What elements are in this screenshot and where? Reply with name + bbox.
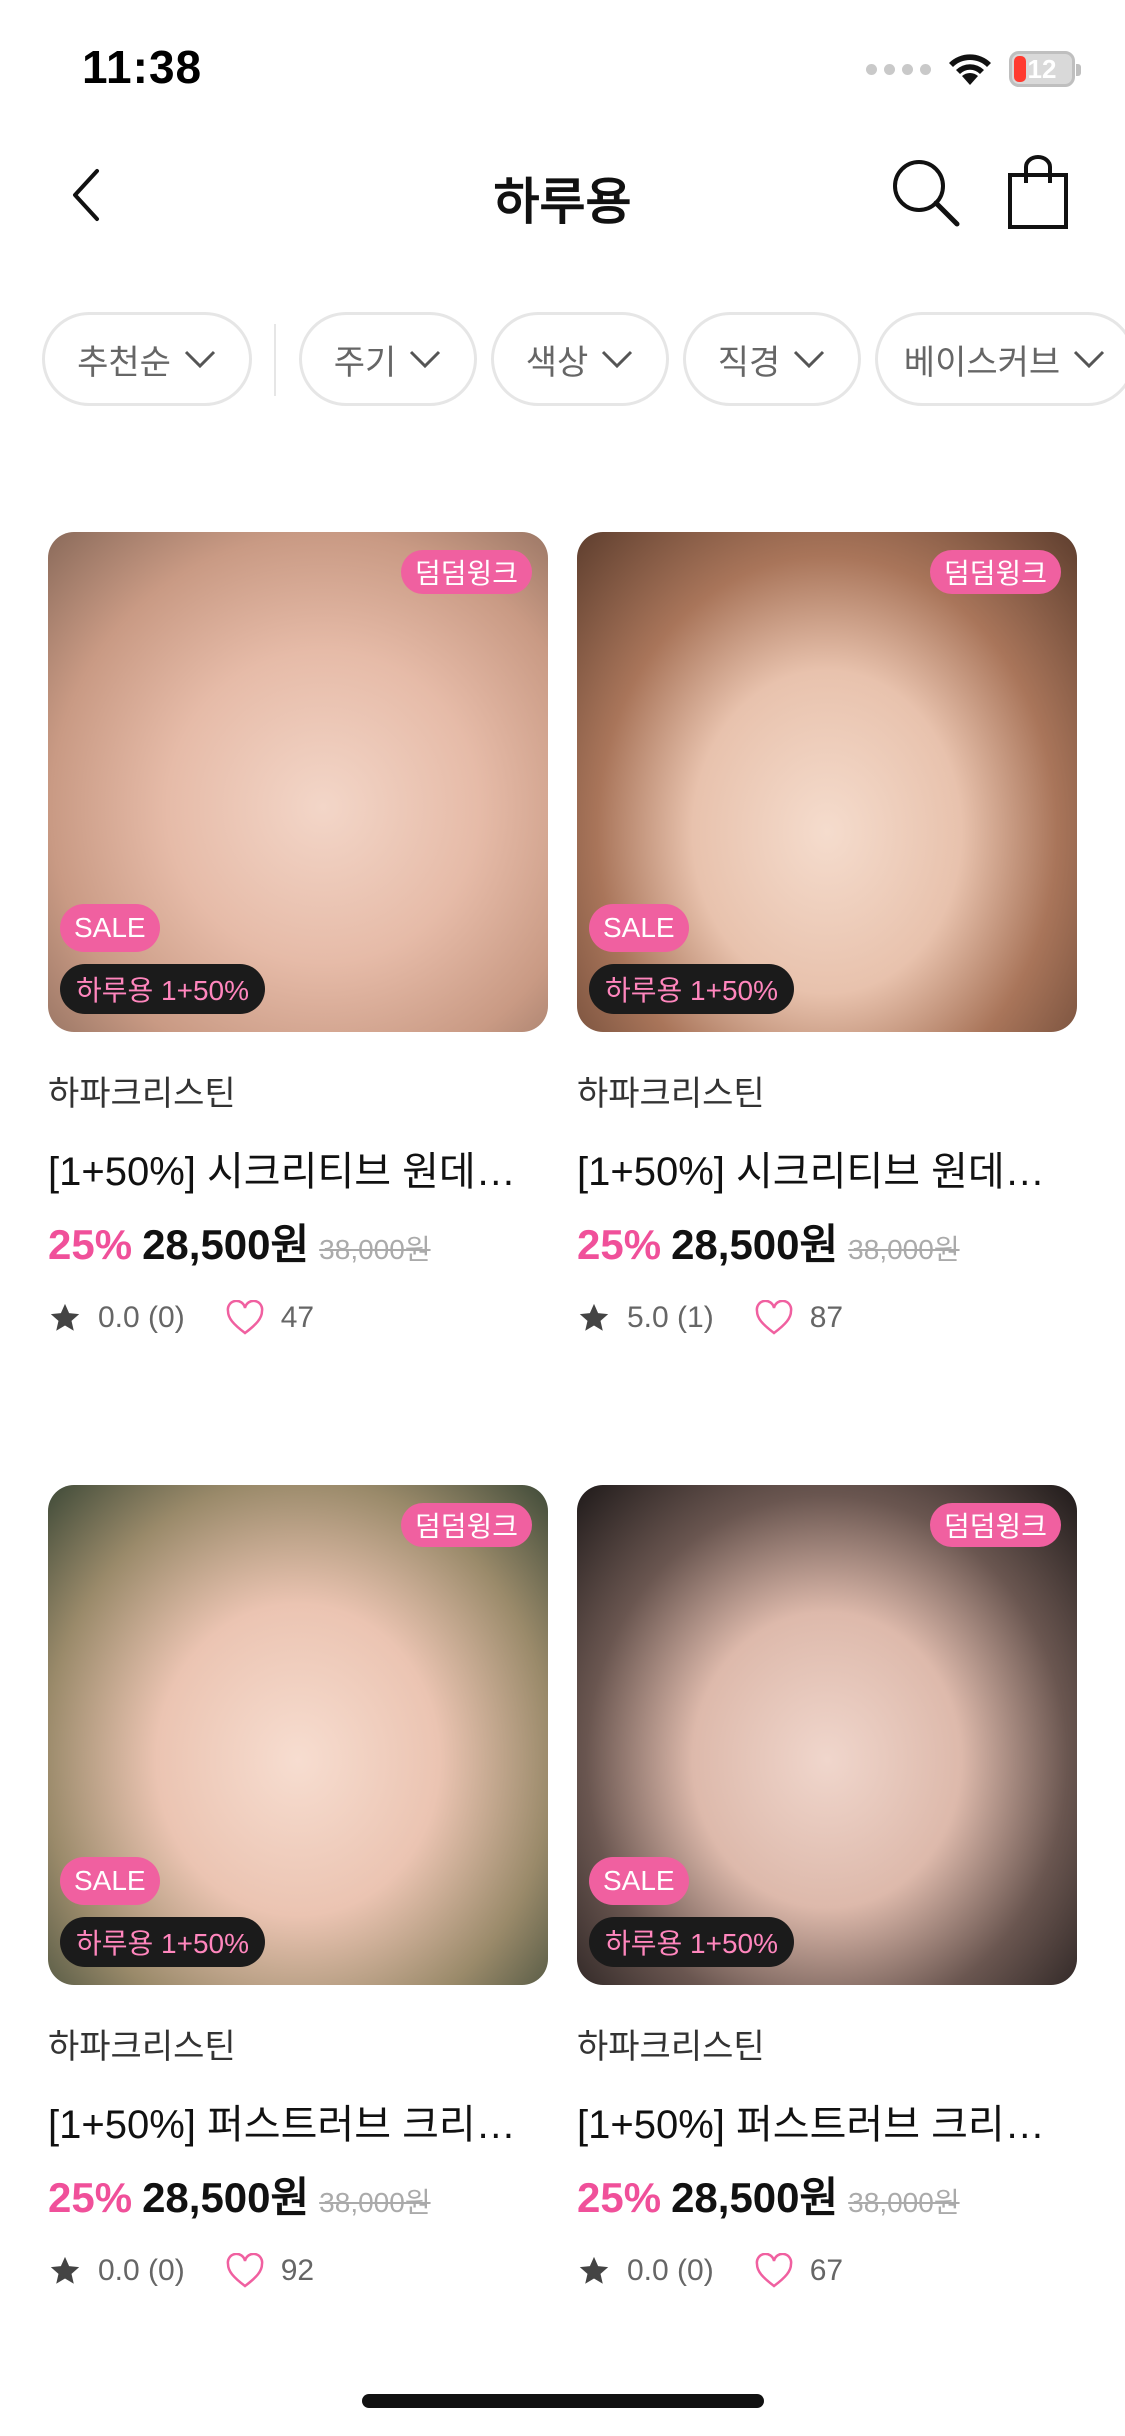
chevron-down-icon <box>602 350 633 369</box>
sale-price: 28,500원 <box>671 2174 839 2221</box>
discount-rate: 25% <box>577 1221 662 1268</box>
filter-base-curve[interactable]: 베이스커브 <box>875 312 1125 406</box>
filter-diameter[interactable]: 직경 <box>683 312 861 406</box>
product-image[interactable]: 덤덤윙크 SALE 하루용 1+50% <box>48 532 548 1032</box>
filter-label: 베이스커브 <box>903 343 1061 382</box>
heart-icon[interactable] <box>225 1300 265 1336</box>
status-time: 11:38 <box>82 41 203 93</box>
search-icon <box>893 160 960 227</box>
like-count: 92 <box>280 2254 315 2287</box>
heart-icon[interactable] <box>754 2253 794 2289</box>
brand-badge: 덤덤윙크 <box>929 1503 1061 1547</box>
promo-badge: 하루용 1+50% <box>60 1917 266 1967</box>
like-count: 67 <box>809 2254 844 2287</box>
product-card[interactable]: 덤덤윙크 SALE 하루용 1+50% 하파크리스틴 [1+50%] 시크리티브… <box>577 532 1077 1336</box>
original-price: 38,000원 <box>848 2187 960 2218</box>
like-count: 87 <box>809 1301 844 1334</box>
sale-badge: SALE <box>60 1857 160 1905</box>
meta-row: 0.0 (0) 92 <box>48 2253 548 2289</box>
original-price: 38,000원 <box>848 1234 960 1265</box>
sale-price: 28,500원 <box>142 2174 310 2221</box>
heart-icon[interactable] <box>754 1300 794 1336</box>
brand-badge: 덤덤윙크 <box>400 550 532 594</box>
heart-icon[interactable] <box>225 2253 265 2289</box>
promo-badge: 하루용 1+50% <box>589 964 795 1014</box>
star-icon <box>579 2256 609 2284</box>
sale-badge: SALE <box>589 1857 689 1905</box>
chevron-down-icon <box>794 350 825 369</box>
chevron-down-icon <box>1074 350 1105 369</box>
product-card[interactable]: 덤덤윙크 SALE 하루용 1+50% 하파크리스틴 [1+50%] 퍼스트러브… <box>48 1485 548 2289</box>
star-icon <box>50 2256 80 2284</box>
search-button[interactable] <box>885 150 965 234</box>
brand-name: 하파크리스틴 <box>577 2028 765 2066</box>
filter-divider <box>274 324 276 396</box>
brand-name: 하파크리스틴 <box>48 2028 236 2066</box>
star-icon <box>50 1303 80 1331</box>
product-image[interactable]: 덤덤윙크 SALE 하루용 1+50% <box>577 1485 1077 1985</box>
filter-label: 추천순 <box>77 343 171 382</box>
wifi-icon <box>949 54 991 85</box>
shopping-bag-icon <box>1008 155 1068 229</box>
product-image[interactable]: 덤덤윙크 SALE 하루용 1+50% <box>577 532 1077 1032</box>
product-name[interactable]: [1+50%] 퍼스트러브 크리스탈 원데이 <box>48 2092 548 2150</box>
home-indicator <box>362 2394 764 2408</box>
filter-color[interactable]: 색상 <box>491 312 669 406</box>
product-name[interactable]: [1+50%] 시크리티브 원데이 (10P) <box>48 1139 548 1197</box>
brand-name: 하파크리스틴 <box>577 1075 765 1113</box>
original-price: 38,000원 <box>319 2187 431 2218</box>
product-name[interactable]: [1+50%] 퍼스트러브 크리스탈 원데이 <box>577 2092 1077 2150</box>
product-image[interactable]: 덤덤윙크 SALE 하루용 1+50% <box>48 1485 548 1985</box>
cellular-signal-icon <box>866 63 931 75</box>
battery-level: 12 <box>1027 53 1057 84</box>
discount-rate: 25% <box>48 1221 133 1268</box>
battery-icon: 12 <box>1009 51 1081 87</box>
meta-row: 0.0 (0) 47 <box>48 1300 548 1336</box>
sale-badge: SALE <box>60 904 160 952</box>
brand-name: 하파크리스틴 <box>48 1075 236 1113</box>
chevron-down-icon <box>410 350 441 369</box>
rating: 5.0 (1) <box>627 1301 714 1334</box>
like-count: 47 <box>280 1301 315 1334</box>
rating: 0.0 (0) <box>627 2254 714 2287</box>
filter-cycle[interactable]: 주기 <box>299 312 477 406</box>
brand-badge: 덤덤윙크 <box>400 1503 532 1547</box>
meta-row: 5.0 (1) 87 <box>577 1300 1077 1336</box>
discount-rate: 25% <box>577 2174 662 2221</box>
original-price: 38,000원 <box>319 1234 431 1265</box>
price-row: 25% 28,500원 38,000원 <box>577 2164 1077 2225</box>
status-bar: 11:38 12 <box>0 0 1125 130</box>
header: 하루용 <box>0 130 1125 260</box>
price-row: 25% 28,500원 38,000원 <box>48 2164 548 2225</box>
filter-label: 색상 <box>525 343 589 382</box>
promo-badge: 하루용 1+50% <box>60 964 266 1014</box>
price-row: 25% 28,500원 38,000원 <box>577 1211 1077 1272</box>
filter-bar: 추천순 주기 색상 직경 베이스커브 <box>0 310 1125 410</box>
discount-rate: 25% <box>48 2174 133 2221</box>
price-row: 25% 28,500원 38,000원 <box>48 1211 548 1272</box>
sale-price: 28,500원 <box>671 1221 839 1268</box>
filter-label: 주기 <box>333 343 397 382</box>
filter-label: 직경 <box>717 343 781 382</box>
status-icons: 12 <box>866 48 1081 90</box>
chevron-down-icon <box>184 350 215 369</box>
brand-badge: 덤덤윙크 <box>929 550 1061 594</box>
product-card[interactable]: 덤덤윙크 SALE 하루용 1+50% 하파크리스틴 [1+50%] 시크리티브… <box>48 532 548 1336</box>
sale-badge: SALE <box>589 904 689 952</box>
sale-price: 28,500원 <box>142 1221 310 1268</box>
star-icon <box>579 1303 609 1331</box>
meta-row: 0.0 (0) 67 <box>577 2253 1077 2289</box>
promo-badge: 하루용 1+50% <box>589 1917 795 1967</box>
product-name[interactable]: [1+50%] 시크리티브 원데이 (10P) <box>577 1139 1077 1197</box>
product-card[interactable]: 덤덤윙크 SALE 하루용 1+50% 하파크리스틴 [1+50%] 퍼스트러브… <box>577 1485 1077 2289</box>
rating: 0.0 (0) <box>98 1301 185 1334</box>
cart-button[interactable] <box>1000 150 1076 234</box>
filter-sort[interactable]: 추천순 <box>42 312 252 406</box>
rating: 0.0 (0) <box>98 2254 185 2287</box>
